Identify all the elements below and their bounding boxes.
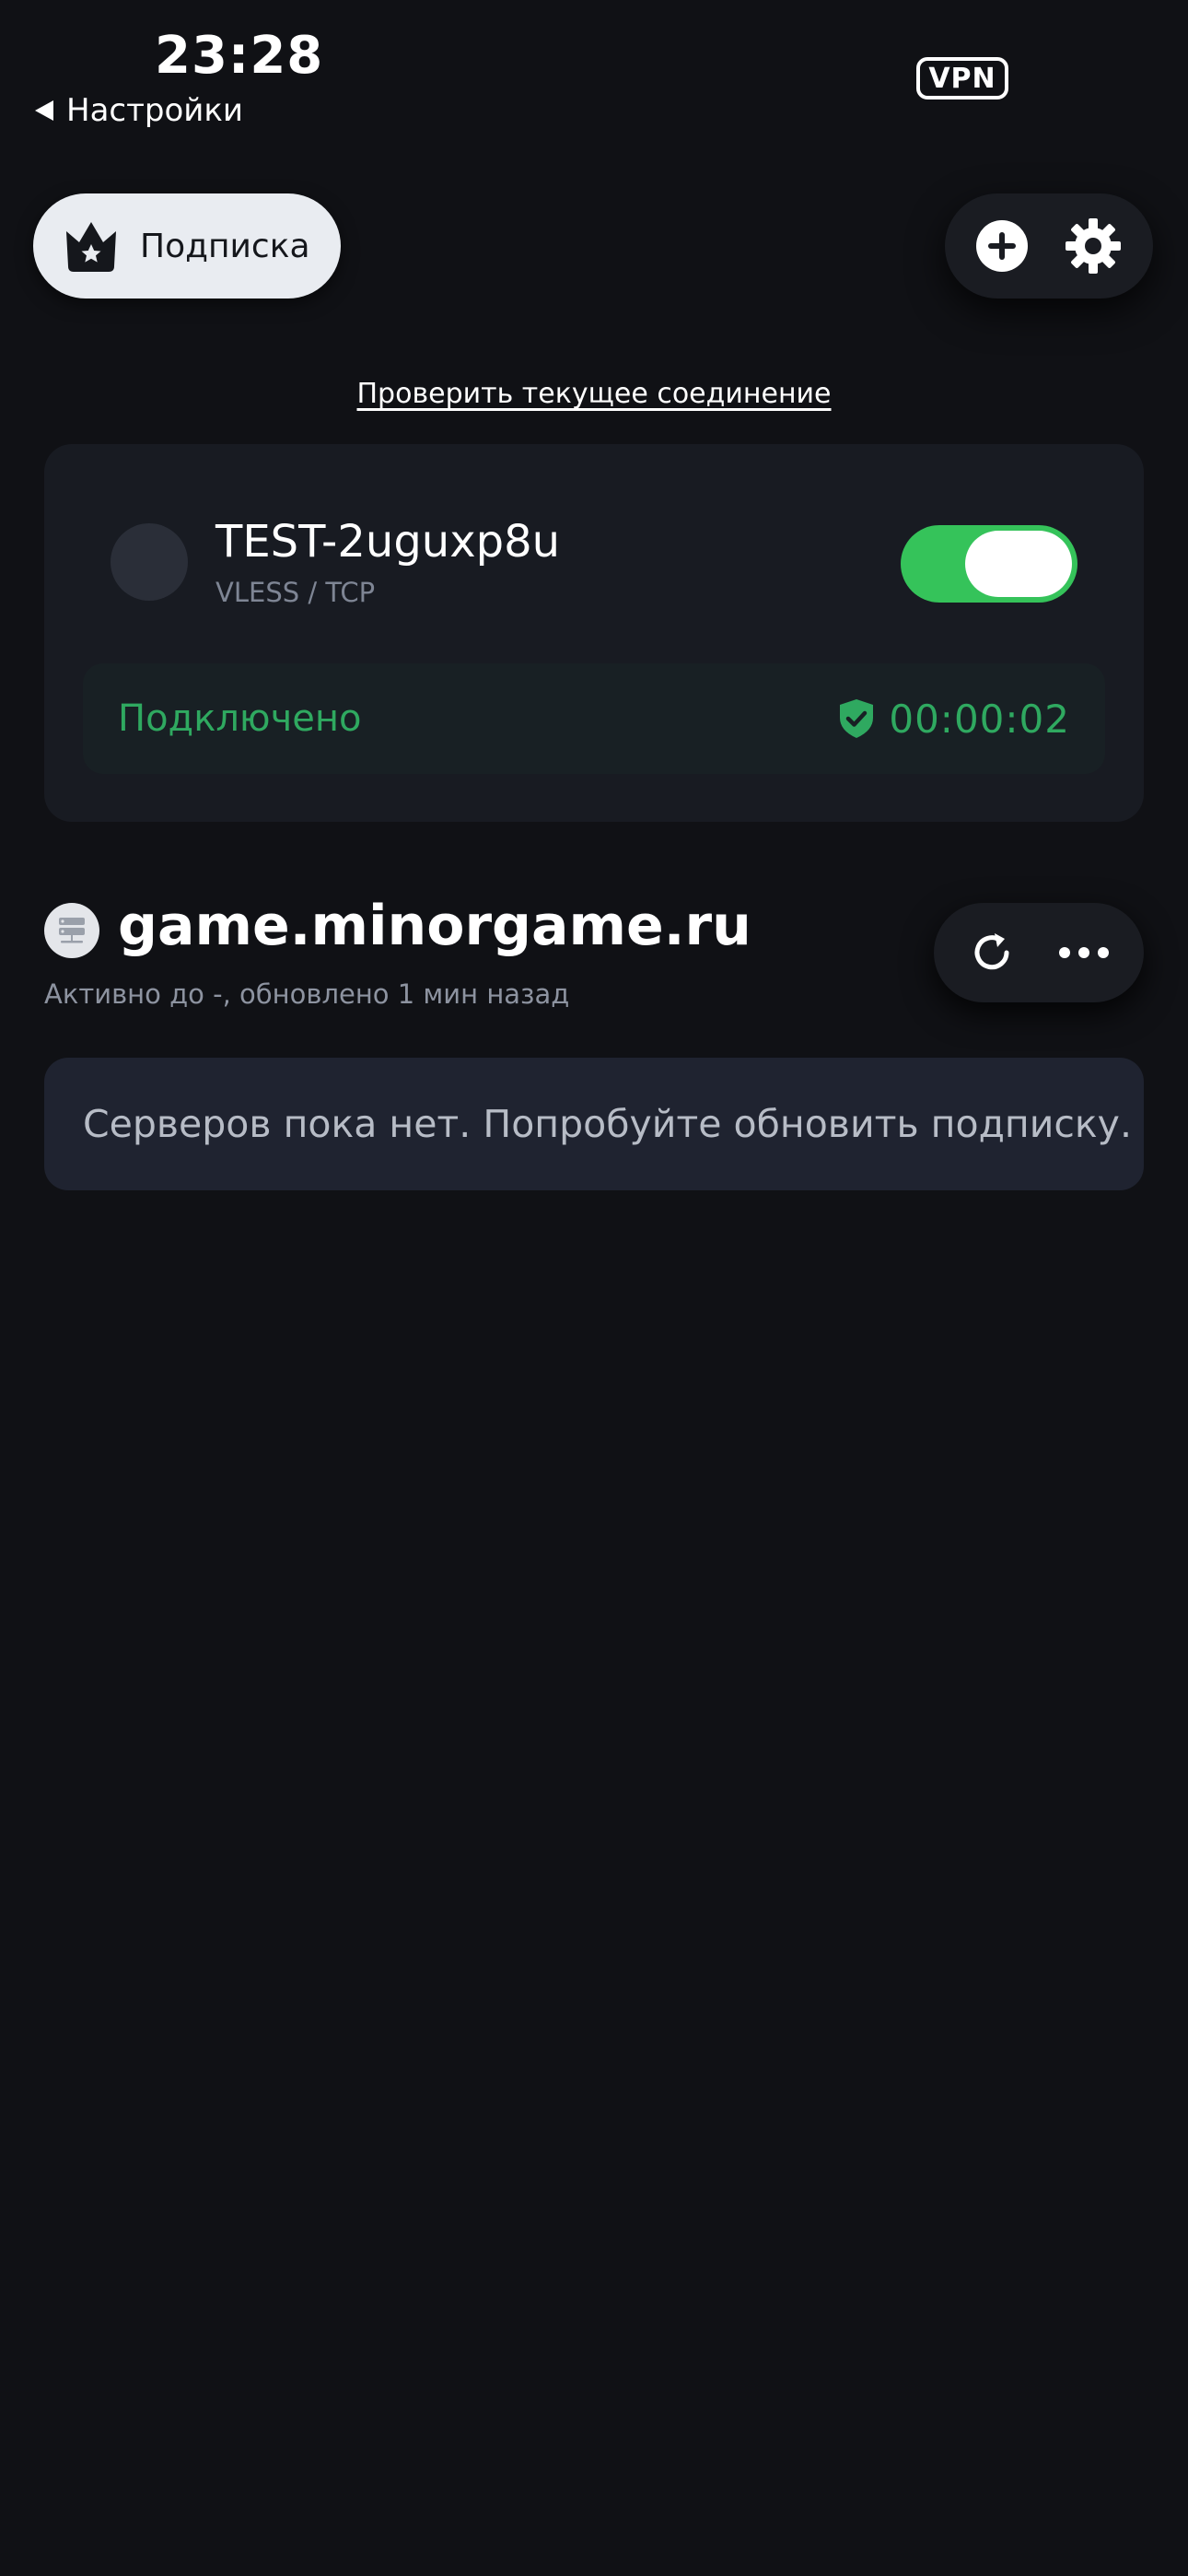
toggle-knob xyxy=(965,531,1072,597)
connection-timer: 00:00:02 xyxy=(889,696,1070,742)
connection-status-text: Подключено xyxy=(118,697,362,740)
back-label: Настройки xyxy=(66,92,244,129)
subscription-button[interactable]: Подписка xyxy=(33,193,341,299)
back-to-settings-link[interactable]: Настройки xyxy=(35,92,243,129)
empty-servers-message: Серверов пока нет. Попробуйте обновить п… xyxy=(44,1058,1144,1190)
top-actions-group xyxy=(945,193,1153,299)
subscription-domain: game.minorgame.ru xyxy=(118,894,751,958)
status-time: 23:28 xyxy=(155,26,324,86)
vpn-status-badge: VPN xyxy=(916,57,1008,100)
crown-star-icon xyxy=(66,222,116,272)
check-connection-link[interactable]: Проверить текущее соединение xyxy=(0,378,1188,410)
server-avatar xyxy=(111,523,188,601)
connection-timer-group: 00:00:02 xyxy=(837,697,1070,742)
back-arrow-icon xyxy=(35,100,53,121)
server-protocol: VLESS / TCP xyxy=(215,577,376,608)
shield-check-icon xyxy=(840,699,874,738)
plus-circle-icon[interactable] xyxy=(975,219,1029,273)
subscription-meta: Активно до -, обновлено 1 мин назад xyxy=(44,978,570,1010)
subscription-label: Подписка xyxy=(140,227,310,265)
server-icon xyxy=(44,903,99,958)
more-dots-icon[interactable] xyxy=(1057,943,1111,962)
vpn-connection-toggle[interactable] xyxy=(901,525,1077,603)
subscription-actions-group xyxy=(934,903,1144,1002)
refresh-icon[interactable] xyxy=(967,928,1017,978)
gear-icon[interactable] xyxy=(1064,217,1123,275)
connection-status-row: Подключено 00:00:02 xyxy=(83,663,1105,774)
server-name: TEST-2uguxp8u xyxy=(215,516,561,568)
